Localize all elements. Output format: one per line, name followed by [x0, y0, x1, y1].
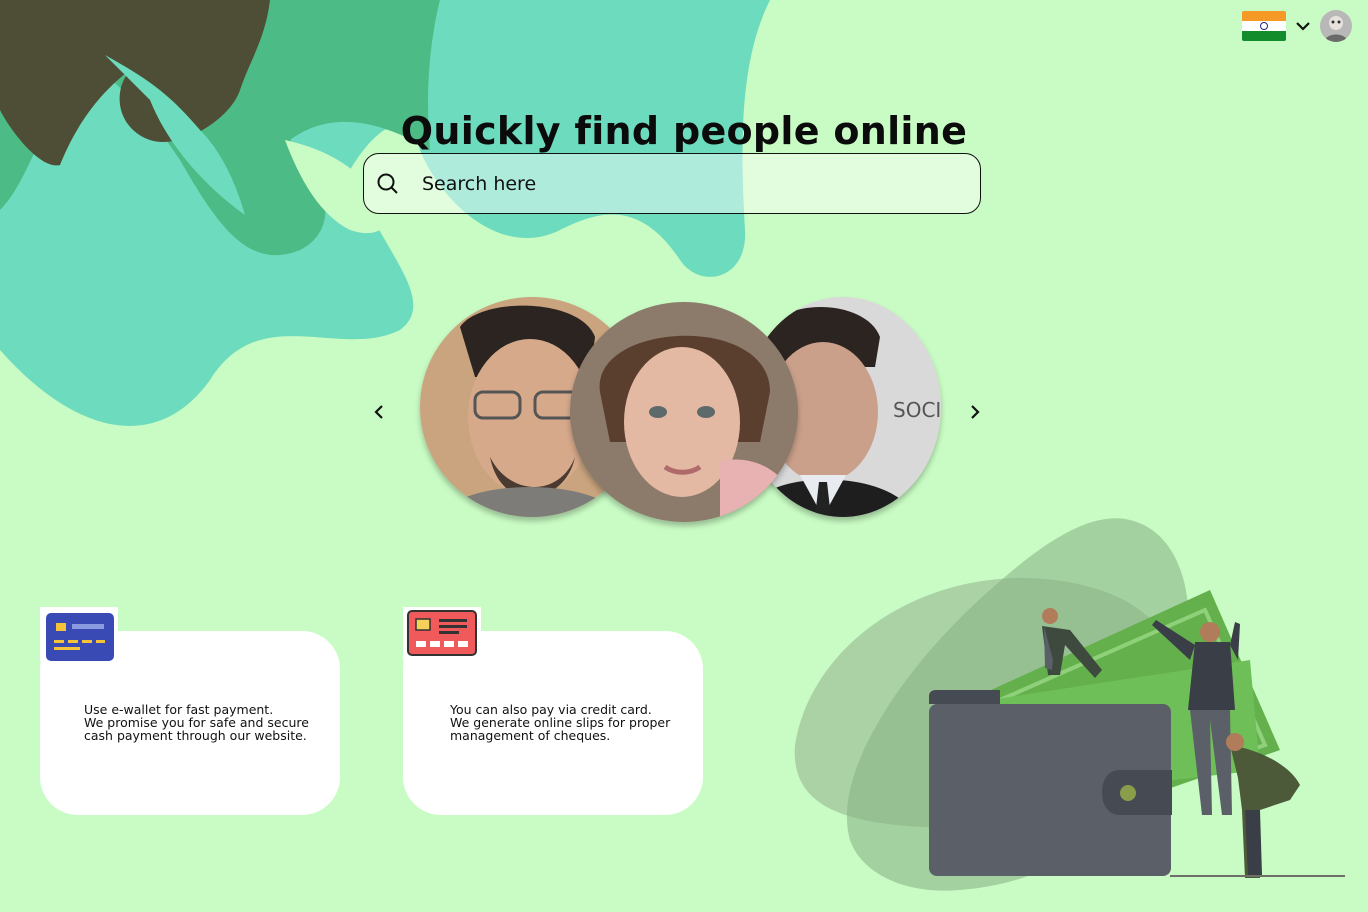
wallet-illustration [794, 518, 1345, 891]
creditcard-description: You can also pay via credit card. We gen… [450, 703, 690, 742]
search-icon [377, 173, 398, 194]
user-avatar[interactable] [1320, 10, 1352, 42]
chevron-left-icon[interactable] [369, 402, 389, 422]
svg-text:SOCIE: SOCIE [893, 398, 941, 422]
search-bar[interactable] [363, 153, 981, 214]
e-wallet-card-icon [46, 613, 114, 661]
search-input[interactable] [420, 171, 944, 196]
ewallet-badge [40, 607, 118, 661]
carousel-person-2[interactable] [570, 302, 798, 522]
top-bar [1242, 10, 1352, 42]
ewallet-description: Use e-wallet for fast payment. We promis… [84, 703, 324, 742]
page-title: Quickly find people online [400, 109, 968, 154]
ewallet-card: Use e-wallet for fast payment. We promis… [40, 607, 340, 815]
india-flag-icon[interactable] [1242, 11, 1286, 41]
credit-card-icon [407, 610, 477, 656]
ewallet-line-3: cash payment through our website. [84, 728, 307, 743]
creditcard-line-3: management of cheques. [450, 728, 611, 743]
creditcard-card: You can also pay via credit card. We gen… [403, 607, 703, 815]
creditcard-badge [403, 607, 481, 661]
chevron-right-icon[interactable] [965, 402, 985, 422]
chevron-down-icon[interactable] [1294, 17, 1312, 35]
